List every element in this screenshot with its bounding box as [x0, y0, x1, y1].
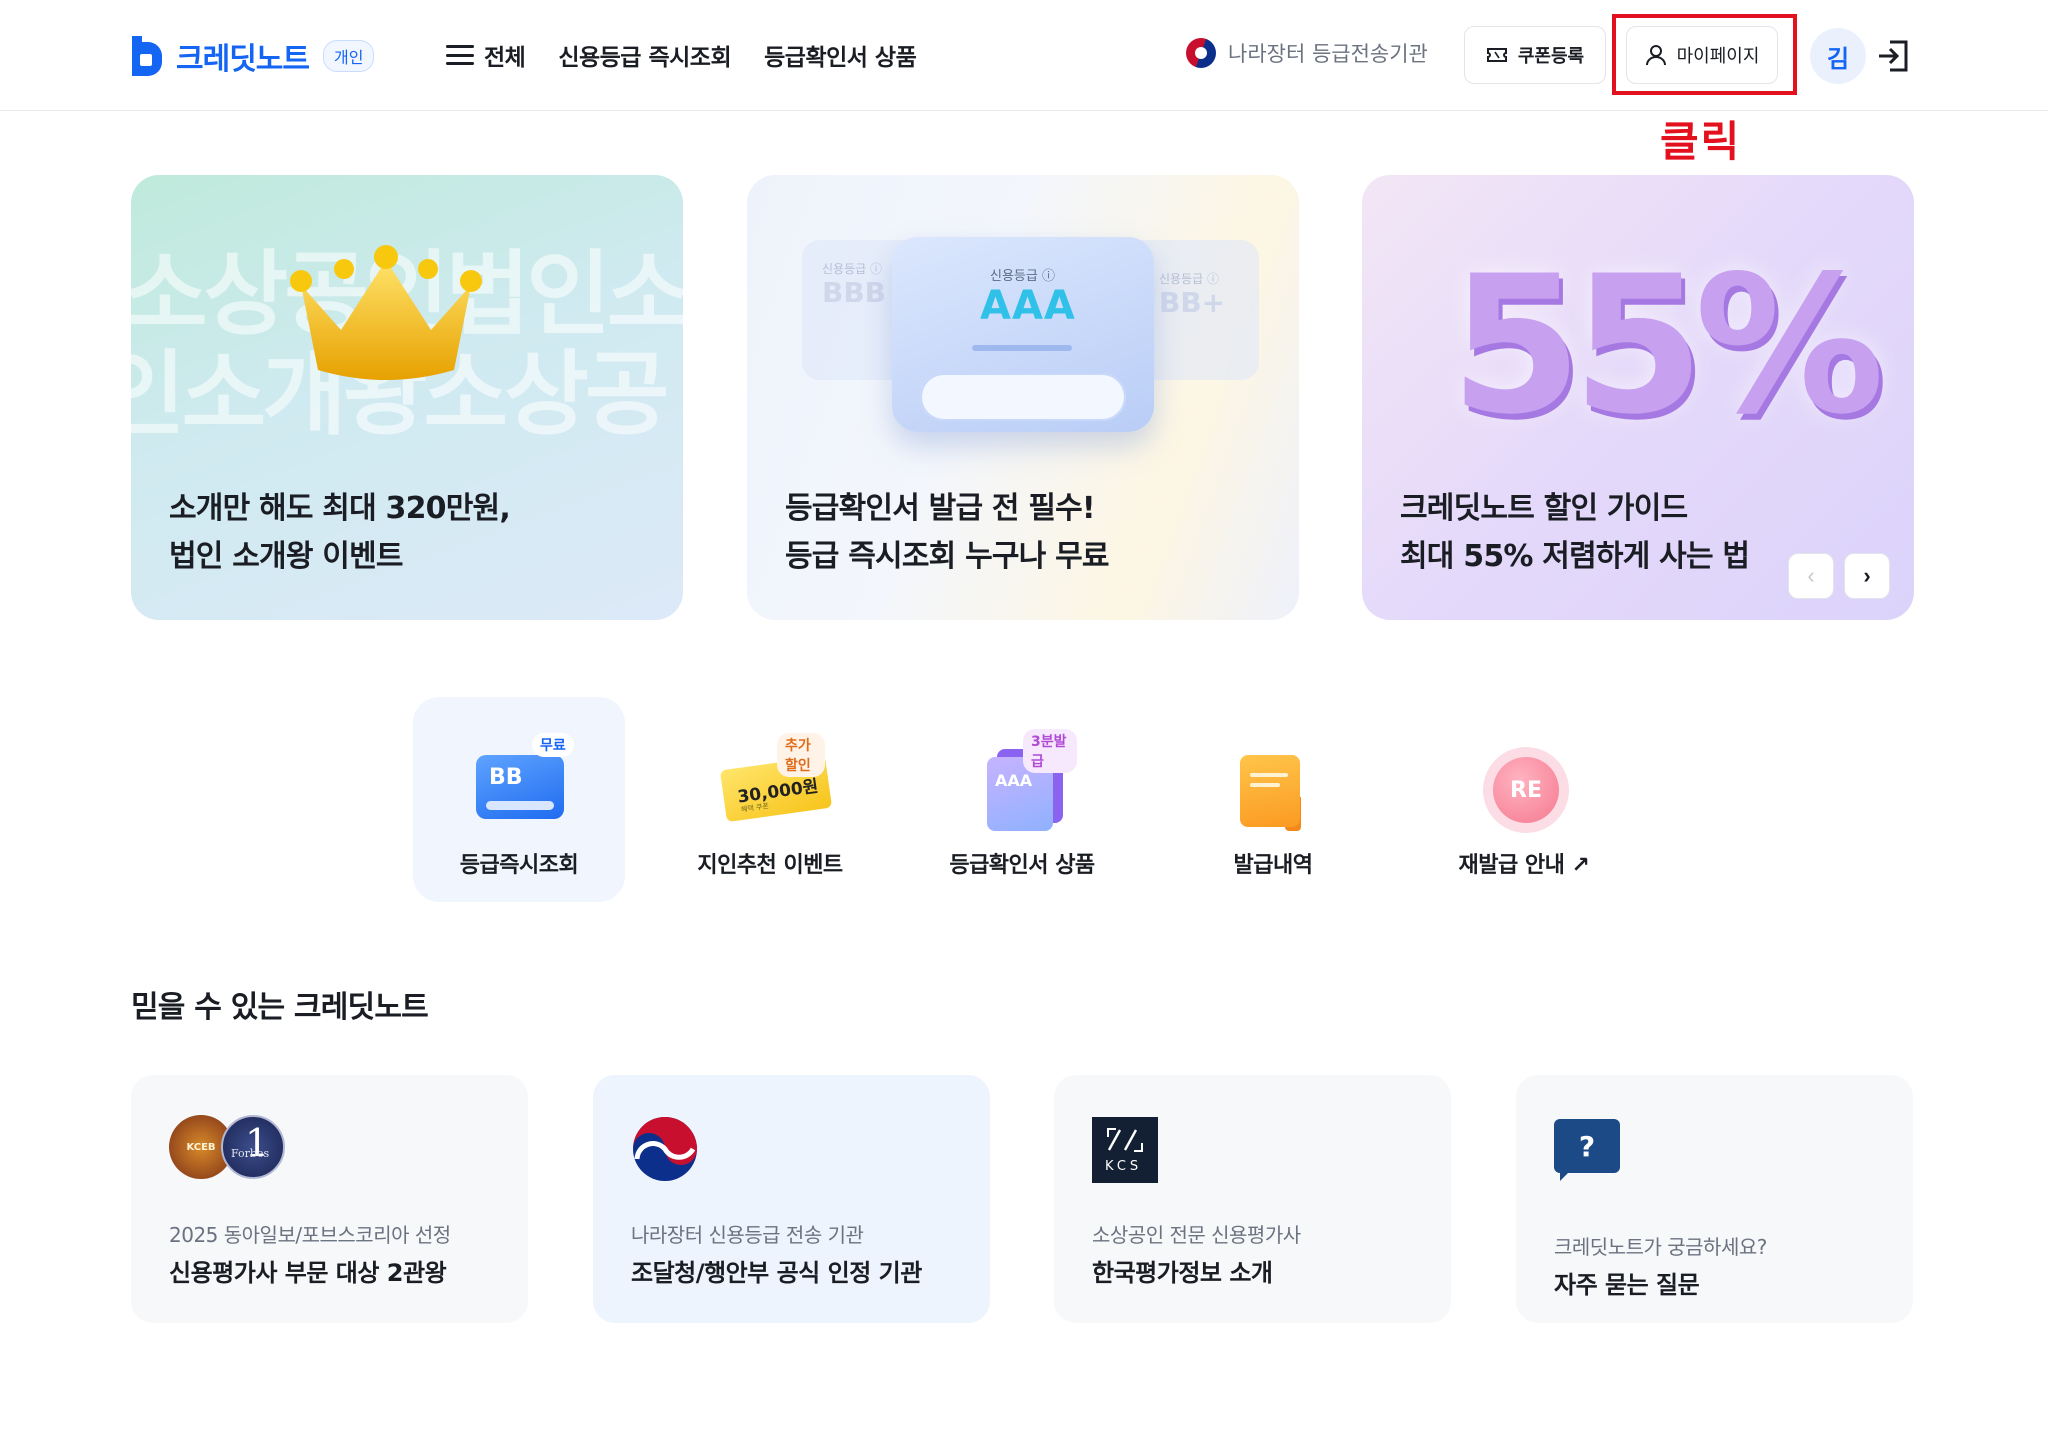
crown-icon — [290, 245, 482, 380]
quick-label: 지인추천 이벤트 — [697, 853, 843, 878]
korea-gov-emblem-icon — [1186, 38, 1216, 68]
avatar[interactable]: 김 — [1810, 28, 1866, 84]
logo-icon — [132, 36, 162, 76]
coupon-register-label: 쿠폰등록 — [1517, 46, 1585, 66]
quick-badge: 추가할인 — [777, 733, 825, 777]
award-medal-icon: KCEB 1 Forbes — [169, 1115, 289, 1185]
side-card-grade: BBB — [822, 276, 887, 309]
quick-label: 등급확인서 상품 — [949, 853, 1095, 878]
banner-discount-guide[interactable]: 55% 크레딧노트 할인 가이드 최대 55% 저렴하게 사는 법 ‹ › — [1362, 175, 1914, 620]
quick-certificate-products[interactable]: AAA 3분발급 등급확인서 상품 — [916, 697, 1128, 902]
re-badge-icon: RE — [1469, 727, 1579, 833]
orange-doc-icon — [1218, 727, 1328, 831]
grade-card: 신용등급 ⓘ AAA — [892, 237, 1154, 432]
quick-label: 발급내역 — [1233, 853, 1313, 878]
logo[interactable]: 크레딧노트 개인 — [130, 34, 375, 78]
menu-icon — [446, 45, 474, 65]
side-card-label: 신용등급 ⓘ — [822, 262, 882, 276]
nav-all-menu[interactable]: 전체 — [446, 38, 526, 72]
click-annotation: 클릭 — [1660, 117, 1742, 166]
click-highlight-box — [1612, 14, 1797, 95]
banner-title-line: 법인 소개왕 이벤트 — [169, 539, 404, 574]
quick-label: 재발급 안내 ↗ — [1458, 853, 1590, 878]
card-title: 자주 묻는 질문 — [1554, 1271, 1700, 1299]
banner-title-line: 등급확인서 발급 전 필수! — [785, 491, 1096, 526]
banner-title: 소개만 해도 최대 320만원, 법인 소개왕 이벤트 — [169, 485, 511, 581]
banner-title: 크레딧노트 할인 가이드 최대 55% 저렴하게 사는 법 — [1400, 485, 1750, 581]
kcs-logo-icon: KCS — [1092, 1115, 1212, 1185]
banner-referral-event[interactable]: 소상공인법인소 인소개왕소상공 소개만 해도 최대 320만원, 법인 소개왕 … — [131, 175, 683, 620]
card-subtitle: 크레딧노트가 궁금하세요? — [1554, 1235, 1767, 1259]
ticket-icon — [1486, 48, 1507, 62]
quick-badge: 3분발급 — [1023, 729, 1077, 773]
discount-graphic: 55% — [1450, 235, 1885, 456]
quick-label: 등급즉시조회 — [459, 853, 579, 878]
award-right-text: Forbes — [231, 1147, 270, 1160]
coupon-register-button[interactable]: 쿠폰등록 — [1464, 26, 1606, 84]
nav-instant-check[interactable]: 신용등급 즉시조회 — [558, 38, 731, 72]
trust-card-award[interactable]: KCEB 1 Forbes 2025 동아일보/포브스코리아 선정 신용평가사 … — [131, 1075, 528, 1323]
card-subtitle: 2025 동아일보/포브스코리아 선정 — [169, 1223, 451, 1247]
card-title: 조달청/행안부 공식 인정 기관 — [631, 1259, 922, 1287]
question-mark: ? — [1554, 1119, 1620, 1173]
quick-issue-history[interactable]: 발급내역 — [1167, 697, 1379, 902]
banner-title-line: 크레딧노트 할인 가이드 — [1400, 491, 1688, 526]
nav-certificate-products[interactable]: 등급확인서 상품 — [764, 38, 917, 72]
nav-all-label: 전체 — [484, 45, 526, 71]
card-subtitle: 소상공인 전문 신용평가사 — [1092, 1223, 1301, 1247]
forbes-badge: 1 Forbes — [221, 1115, 285, 1179]
ticket-icon: 30,000원 혜택 쿠폰 추가할인 — [715, 727, 833, 827]
quick-reissue-guide[interactable]: RE 재발급 안내 ↗ — [1418, 697, 1630, 902]
gov-transfer-label: 나라장터 등급전송기관 — [1228, 42, 1428, 66]
bb-card-icon: BB 무료 — [464, 727, 574, 827]
grade-card-grade: AAA — [980, 283, 1076, 329]
grade-card-label: 신용등급 ⓘ — [990, 269, 1055, 284]
carousel-next-button[interactable]: › — [1844, 553, 1890, 599]
quick-badge: 무료 — [532, 733, 574, 757]
card-title: 신용평가사 부문 대상 2관왕 — [169, 1259, 447, 1287]
kcs-logo-text: KCS — [1105, 1159, 1143, 1174]
trust-card-kcs[interactable]: KCS 소상공인 전문 신용평가사 한국평가정보 소개 — [1054, 1075, 1451, 1323]
trust-card-gov[interactable]: 나라장터 신용등급 전송 기관 조달청/행안부 공식 인정 기관 — [593, 1075, 990, 1323]
question-bubble-icon: ? — [1554, 1115, 1674, 1185]
card-title: 한국평가정보 소개 — [1092, 1259, 1273, 1287]
account-type-badge[interactable]: 개인 — [323, 40, 375, 72]
doc-grade-text: AAA — [995, 771, 1033, 790]
carousel-prev-button[interactable]: ‹ — [1788, 553, 1834, 599]
main-nav: 전체 신용등급 즉시조회 등급확인서 상품 — [446, 38, 949, 72]
banner-title-line: 최대 55% 저렴하게 사는 법 — [1400, 539, 1750, 574]
bb-card-text: BB — [489, 765, 523, 790]
banner-title: 등급확인서 발급 전 필수! 등급 즉시조회 누구나 무료 — [785, 485, 1110, 581]
document-stack-icon: AAA 3분발급 — [967, 727, 1077, 831]
re-badge-text: RE — [1493, 757, 1559, 823]
quick-referral-event[interactable]: 30,000원 혜택 쿠폰 추가할인 지인추천 이벤트 — [664, 697, 876, 902]
banner-title-line: 소개만 해도 최대 320만원, — [169, 491, 511, 526]
logo-text: 크레딧노트 — [176, 42, 310, 77]
quick-instant-check[interactable]: BB 무료 등급즉시조회 — [413, 697, 625, 902]
logout-icon[interactable] — [1876, 38, 1912, 74]
banner-instant-check[interactable]: 신용등급 ⓘ BBB 신용등급 ⓘ BB+ 신용등급 ⓘ AAA 등급확인서 발… — [747, 175, 1299, 620]
card-subtitle: 나라장터 신용등급 전송 기관 — [631, 1223, 864, 1247]
banner-title-line: 등급 즉시조회 누구나 무료 — [785, 539, 1110, 574]
korea-gov-emblem-icon — [633, 1117, 697, 1181]
side-card-label: 신용등급 ⓘ — [1159, 272, 1219, 286]
trust-card-faq[interactable]: ? 크레딧노트가 궁금하세요? 자주 묻는 질문 — [1516, 1075, 1913, 1323]
gov-transfer-link[interactable]: 나라장터 등급전송기관 — [1186, 38, 1428, 68]
trust-section-title: 믿을 수 있는 크레딧노트 — [131, 990, 429, 1025]
side-card-grade: BB+ — [1159, 286, 1226, 319]
